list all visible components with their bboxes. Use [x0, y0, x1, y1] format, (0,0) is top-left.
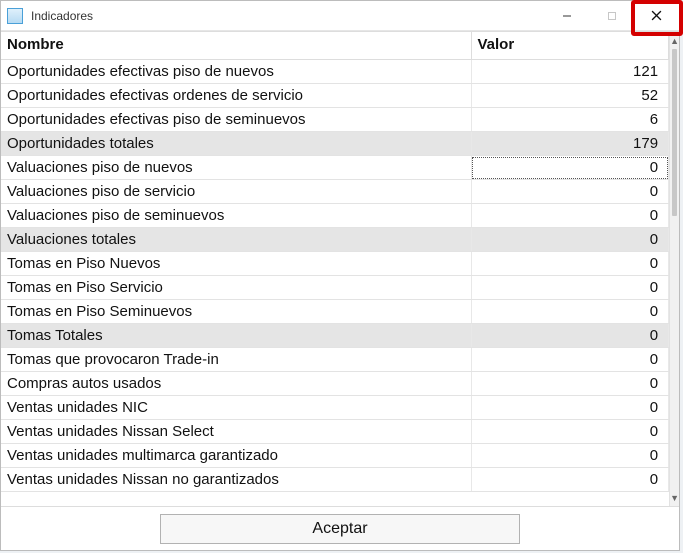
cell-value[interactable]: 0	[471, 372, 669, 396]
table-row[interactable]: Tomas en Piso Seminuevos0	[1, 300, 669, 324]
cell-name[interactable]: Ventas unidades multimarca garantizado	[1, 444, 471, 468]
cell-name[interactable]: Oportunidades efectivas ordenes de servi…	[1, 84, 471, 108]
table-row[interactable]: Oportunidades efectivas ordenes de servi…	[1, 84, 669, 108]
table-row[interactable]: Tomas que provocaron Trade-in0	[1, 348, 669, 372]
cell-name[interactable]: Tomas Totales	[1, 324, 471, 348]
cell-name[interactable]: Oportunidades efectivas piso de nuevos	[1, 60, 471, 84]
cell-name[interactable]: Tomas que provocaron Trade-in	[1, 348, 471, 372]
cell-value[interactable]: 0	[471, 396, 669, 420]
table-row[interactable]: Oportunidades totales179	[1, 132, 669, 156]
cell-value[interactable]: 121	[471, 60, 669, 84]
cell-value[interactable]: 0	[471, 252, 669, 276]
cell-value[interactable]: 0	[471, 348, 669, 372]
cell-name[interactable]: Ventas unidades Nissan Select	[1, 420, 471, 444]
cell-name[interactable]: Valuaciones piso de seminuevos	[1, 204, 471, 228]
accept-button[interactable]: Aceptar	[160, 514, 520, 544]
scroll-up-icon[interactable]: ▲	[670, 32, 679, 49]
minimize-button[interactable]	[544, 1, 589, 31]
cell-name[interactable]: Tomas en Piso Nuevos	[1, 252, 471, 276]
table-row[interactable]: Oportunidades efectivas piso de seminuev…	[1, 108, 669, 132]
window-title: Indicadores	[31, 9, 93, 23]
maximize-button[interactable]	[589, 1, 634, 31]
cell-name[interactable]: Ventas unidades NIC	[1, 396, 471, 420]
col-header-value[interactable]: Valor	[471, 32, 669, 60]
table-row[interactable]: Valuaciones piso de servicio0	[1, 180, 669, 204]
table-row[interactable]: Ventas unidades Nissan Select0	[1, 420, 669, 444]
cell-name[interactable]: Tomas en Piso Servicio	[1, 276, 471, 300]
table-row[interactable]: Oportunidades efectivas piso de nuevos12…	[1, 60, 669, 84]
cell-value[interactable]: 0	[471, 276, 669, 300]
table-row[interactable]: Ventas unidades multimarca garantizado0	[1, 444, 669, 468]
cell-name[interactable]: Compras autos usados	[1, 372, 471, 396]
cell-value[interactable]: 0	[471, 156, 669, 180]
scroll-track[interactable]	[670, 49, 679, 489]
titlebar: Indicadores	[1, 1, 679, 31]
cell-value[interactable]: 6	[471, 108, 669, 132]
app-icon	[7, 8, 23, 24]
cell-value[interactable]: 0	[471, 444, 669, 468]
table-row[interactable]: Ventas unidades NIC0	[1, 396, 669, 420]
cell-name[interactable]: Oportunidades efectivas piso de seminuev…	[1, 108, 471, 132]
scroll-thumb[interactable]	[672, 49, 677, 216]
dialog-window: Indicadores Nombre Valor Oportunidades e…	[0, 0, 680, 551]
table-row[interactable]: Tomas Totales0	[1, 324, 669, 348]
cell-value[interactable]: 0	[471, 204, 669, 228]
cell-value[interactable]: 0	[471, 300, 669, 324]
cell-name[interactable]: Valuaciones totales	[1, 228, 471, 252]
table-row[interactable]: Tomas en Piso Servicio0	[1, 276, 669, 300]
cell-name[interactable]: Oportunidades totales	[1, 132, 471, 156]
cell-name[interactable]: Valuaciones piso de nuevos	[1, 156, 471, 180]
dialog-footer: Aceptar	[1, 506, 679, 550]
data-grid[interactable]: Nombre Valor Oportunidades efectivas pis…	[1, 32, 669, 506]
vertical-scrollbar[interactable]: ▲ ▼	[669, 32, 679, 506]
scroll-down-icon[interactable]: ▼	[670, 489, 679, 506]
cell-value[interactable]: 0	[471, 468, 669, 492]
table-row[interactable]: Valuaciones piso de nuevos0	[1, 156, 669, 180]
cell-value[interactable]: 52	[471, 84, 669, 108]
cell-value[interactable]: 0	[471, 420, 669, 444]
cell-value[interactable]: 0	[471, 180, 669, 204]
table-row[interactable]: Compras autos usados0	[1, 372, 669, 396]
cell-name[interactable]: Tomas en Piso Seminuevos	[1, 300, 471, 324]
cell-value[interactable]: 179	[471, 132, 669, 156]
table-container: Nombre Valor Oportunidades efectivas pis…	[1, 31, 679, 506]
close-button[interactable]	[634, 1, 679, 31]
table-row[interactable]: Ventas unidades Nissan no garantizados0	[1, 468, 669, 492]
table-row[interactable]: Valuaciones piso de seminuevos0	[1, 204, 669, 228]
cell-value[interactable]: 0	[471, 324, 669, 348]
cell-name[interactable]: Valuaciones piso de servicio	[1, 180, 471, 204]
cell-value[interactable]: 0	[471, 228, 669, 252]
table-row[interactable]: Valuaciones totales0	[1, 228, 669, 252]
table-row[interactable]: Tomas en Piso Nuevos0	[1, 252, 669, 276]
col-header-name[interactable]: Nombre	[1, 32, 471, 60]
cell-name[interactable]: Ventas unidades Nissan no garantizados	[1, 468, 471, 492]
